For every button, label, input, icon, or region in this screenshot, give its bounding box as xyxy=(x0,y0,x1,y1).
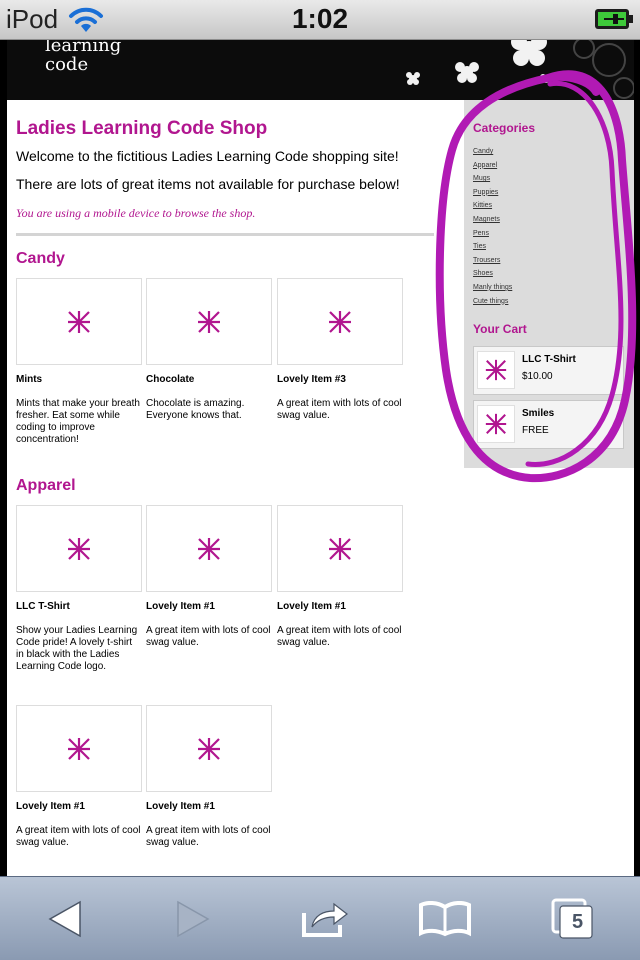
product-placeholder-icon xyxy=(485,359,507,381)
product-name[interactable]: Lovely Item #1 xyxy=(277,601,403,612)
sidebar: Categories Candy Apparel Mugs Puppies Ki… xyxy=(464,100,634,468)
share-button[interactable] xyxy=(290,891,360,947)
category-list: Candy Apparel Mugs Puppies Kitties Magne… xyxy=(473,145,628,308)
site-logo[interactable]: learning code xyxy=(45,40,121,74)
category-link-mugs[interactable]: Mugs xyxy=(473,172,628,186)
product-card[interactable]: Lovely Item #3 A great item with lots of… xyxy=(277,278,403,422)
product-image[interactable] xyxy=(146,705,272,792)
product-image[interactable] xyxy=(16,705,142,792)
product-image[interactable] xyxy=(16,278,142,365)
product-desc: A great item with lots of cool swag valu… xyxy=(277,398,402,421)
category-link-manly-things[interactable]: Manly things xyxy=(473,281,628,295)
items-note: There are lots of great items not availa… xyxy=(16,176,400,192)
cart-item-price: FREE xyxy=(522,425,549,436)
product-name[interactable]: Lovely Item #3 xyxy=(277,374,403,385)
browser-toolbar: 5 xyxy=(0,876,640,960)
product-name[interactable]: Lovely Item #1 xyxy=(146,601,272,612)
bookmarks-icon xyxy=(419,901,471,937)
product-name[interactable]: Mints xyxy=(16,374,142,385)
divider xyxy=(16,233,434,236)
category-link-magnets[interactable]: Magnets xyxy=(473,213,628,227)
forward-icon xyxy=(177,900,210,938)
tabs-count: 5 xyxy=(572,911,584,933)
share-icon xyxy=(302,902,348,937)
bookmarks-button[interactable] xyxy=(410,891,480,947)
category-link-apparel[interactable]: Apparel xyxy=(473,159,628,173)
product-placeholder-icon xyxy=(68,737,90,760)
product-desc: A great item with lots of cool swag valu… xyxy=(146,825,271,848)
forward-button[interactable] xyxy=(158,891,228,947)
product-card[interactable]: Lovely Item #1 A great item with lots of… xyxy=(277,505,403,649)
category-title: Apparel xyxy=(16,477,76,494)
page-title: Ladies Learning Code Shop xyxy=(16,118,268,139)
welcome-text: Welcome to the fictitious Ladies Learnin… xyxy=(16,148,399,164)
product-image[interactable] xyxy=(16,505,142,592)
product-placeholder-icon xyxy=(68,310,90,333)
category-title: Candy xyxy=(16,250,65,267)
main-content: Ladies Learning Code Shop Welcome to the… xyxy=(16,118,436,236)
category-candy: Candy Mints Mints that make your breath … xyxy=(16,250,436,445)
product-card[interactable]: Mints Mints that make your breath freshe… xyxy=(16,278,142,446)
product-image[interactable] xyxy=(277,278,403,365)
product-name[interactable]: Lovely Item #1 xyxy=(146,801,272,812)
product-name[interactable]: LLC T-Shirt xyxy=(16,601,142,612)
product-placeholder-icon xyxy=(485,413,507,435)
categories-title: Categories xyxy=(473,121,536,135)
back-button[interactable] xyxy=(30,891,100,947)
product-placeholder-icon xyxy=(198,310,220,333)
product-desc: A great item with lots of cool swag valu… xyxy=(277,625,402,648)
cart-item-image xyxy=(477,351,515,389)
category-link-pens[interactable]: Pens xyxy=(473,227,628,241)
category-link-ties[interactable]: Ties xyxy=(473,240,628,254)
product-desc: A great item with lots of cool swag valu… xyxy=(16,825,141,848)
product-placeholder-icon xyxy=(329,310,351,333)
status-bar: iPod 1:02 xyxy=(0,0,640,40)
product-desc: A great item with lots of cool swag valu… xyxy=(146,625,271,648)
product-card[interactable]: Lovely Item #1 A great item with lots of… xyxy=(16,705,142,849)
cart-item-image xyxy=(477,405,515,443)
product-placeholder-icon xyxy=(329,537,351,560)
cart-item-name: Smiles xyxy=(522,408,555,419)
cart-item[interactable]: LLC T-Shirt $10.00 xyxy=(473,346,624,395)
category-apparel: Apparel LLC T-Shirt Show your Ladies Lea… xyxy=(16,477,436,848)
product-placeholder-icon xyxy=(198,737,220,760)
category-link-trousers[interactable]: Trousers xyxy=(473,254,628,268)
battery-icon xyxy=(595,9,633,29)
product-image[interactable] xyxy=(277,505,403,592)
product-name[interactable]: Chocolate xyxy=(146,374,272,385)
product-card[interactable]: Lovely Item #1 A great item with lots of… xyxy=(146,705,272,849)
category-link-shoes[interactable]: Shoes xyxy=(473,267,628,281)
flower-icon xyxy=(406,40,634,99)
category-link-puppies[interactable]: Puppies xyxy=(473,186,628,200)
cart-item-name: LLC T-Shirt xyxy=(522,354,576,365)
category-link-candy[interactable]: Candy xyxy=(473,145,628,159)
product-card[interactable]: Lovely Item #1 A great item with lots of… xyxy=(146,505,272,649)
back-icon xyxy=(48,900,81,938)
cart-title: Your Cart xyxy=(473,322,527,336)
tabs-button[interactable]: 5 xyxy=(538,891,608,947)
shop-page: learning code Ladies Learning Code Shop … xyxy=(7,40,634,876)
product-image[interactable] xyxy=(146,278,272,365)
product-desc: Chocolate is amazing. Everyone knows tha… xyxy=(146,398,245,421)
product-desc: Show your Ladies Learning Code pride! A … xyxy=(16,625,138,672)
product-desc: Mints that make your breath fresher. Eat… xyxy=(16,398,140,445)
product-card[interactable]: Chocolate Chocolate is amazing. Everyone… xyxy=(146,278,272,422)
cart-item[interactable]: Smiles FREE xyxy=(473,400,624,449)
web-viewport[interactable]: learning code Ladies Learning Code Shop … xyxy=(0,40,640,876)
product-card[interactable]: LLC T-Shirt Show your Ladies Learning Co… xyxy=(16,505,142,673)
site-header: learning code xyxy=(7,40,634,100)
product-image[interactable] xyxy=(146,505,272,592)
product-placeholder-icon xyxy=(68,537,90,560)
product-name[interactable]: Lovely Item #1 xyxy=(16,801,142,812)
mobile-note: You are using a mobile device to browse … xyxy=(16,206,256,220)
category-link-kitties[interactable]: Kitties xyxy=(473,199,628,213)
clock: 1:02 xyxy=(291,3,349,34)
category-link-cute-things[interactable]: Cute things xyxy=(473,295,628,309)
cart-item-price: $10.00 xyxy=(522,371,553,382)
product-placeholder-icon xyxy=(198,537,220,560)
